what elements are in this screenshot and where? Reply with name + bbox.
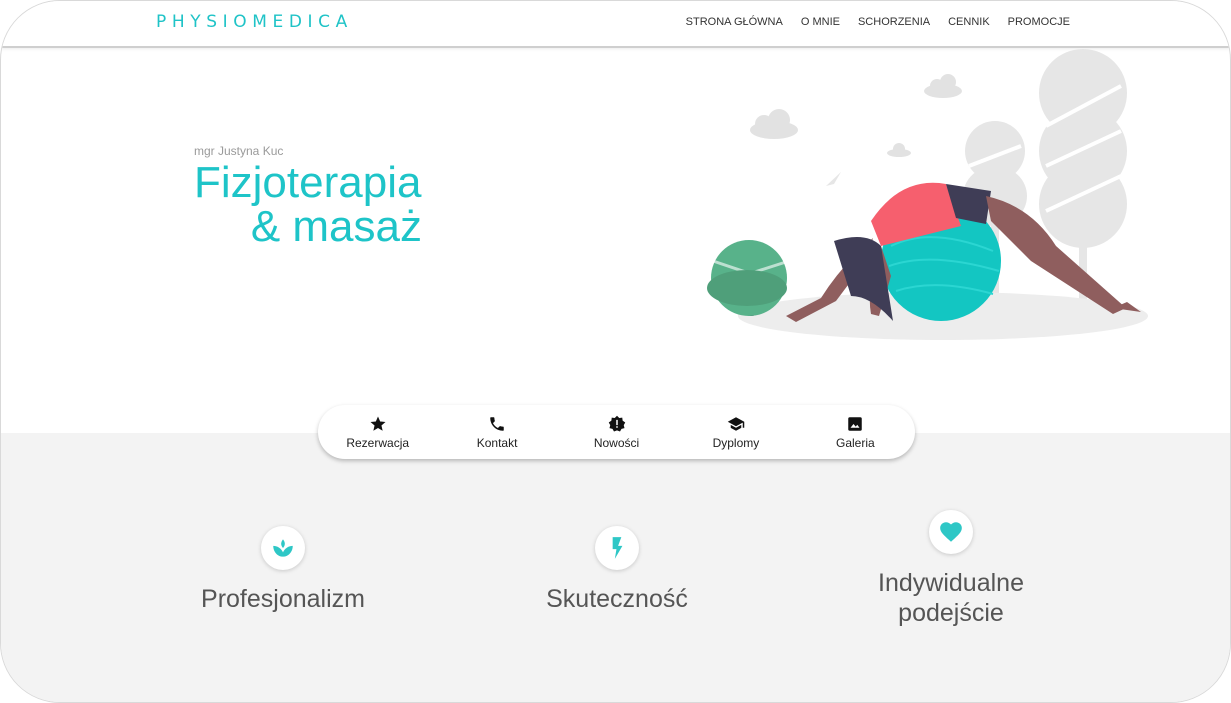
image-icon (848, 416, 863, 431)
nav-pricing[interactable]: CENNIK (948, 16, 990, 28)
quick-nav-diplomas[interactable]: Dyplomy (676, 405, 795, 459)
hero-title: Fizjoterapia & masaż (194, 161, 434, 249)
nav-conditions[interactable]: SCHORZENIA (858, 16, 930, 28)
quick-nav-label: Kontakt (476, 435, 518, 450)
page-frame: PHYSIOMEDICA STRONA GŁÓWNA O MNIE SCHORZ… (0, 0, 1231, 703)
site-header: PHYSIOMEDICA STRONA GŁÓWNA O MNIE SCHORZ… (1, 1, 1230, 48)
feature-professionalism: Profesjonalizm (143, 526, 423, 614)
quick-nav: Rezerwacja Kontakt Nowości Dyplomy Galer… (318, 405, 915, 459)
graduation-cap-icon (727, 416, 745, 431)
heart-icon (940, 522, 962, 542)
quick-nav-label: Dyplomy (712, 435, 760, 450)
feature-badge (261, 526, 305, 570)
quick-nav-contact[interactable]: Kontakt (437, 405, 556, 459)
quick-nav-label: Rezerwacja (346, 435, 410, 450)
feature-badge (929, 510, 973, 554)
quick-nav-gallery[interactable]: Galeria (796, 405, 915, 459)
feature-effectiveness: Skuteczność (477, 526, 757, 614)
hero-title-line2: & masaż (250, 202, 422, 251)
hero-subtitle: mgr Justyna Kuc (194, 144, 284, 158)
new-badge-icon (608, 415, 625, 431)
quick-nav-label: Galeria (835, 435, 875, 450)
yoga-illustration (707, 49, 1148, 340)
quick-nav-reservation[interactable]: Rezerwacja (318, 405, 437, 459)
feature-badge (595, 526, 639, 570)
feature-individual-approach: Indywidualne podejście (811, 510, 1091, 628)
site-logo[interactable]: PHYSIOMEDICA (156, 12, 353, 32)
star-icon (370, 416, 386, 431)
feature-title: Skuteczność (546, 585, 688, 613)
spa-icon (273, 539, 293, 557)
nav-home[interactable]: STRONA GŁÓWNA (686, 16, 783, 28)
phone-icon (490, 416, 504, 431)
quick-nav-label: Nowości (593, 435, 640, 450)
hero-title-line1: Fizjoterapia (194, 158, 422, 207)
lightning-icon (612, 537, 623, 559)
nav-about[interactable]: O MNIE (801, 16, 840, 28)
main-nav: STRONA GŁÓWNA O MNIE SCHORZENIA CENNIK P… (686, 16, 1070, 28)
feature-title: Profesjonalizm (201, 585, 365, 613)
feature-title: Indywidualne podejście (878, 569, 1024, 627)
clouds (750, 74, 962, 157)
nav-promotions[interactable]: PROMOCJE (1008, 16, 1070, 28)
quick-nav-news[interactable]: Nowości (557, 405, 676, 459)
